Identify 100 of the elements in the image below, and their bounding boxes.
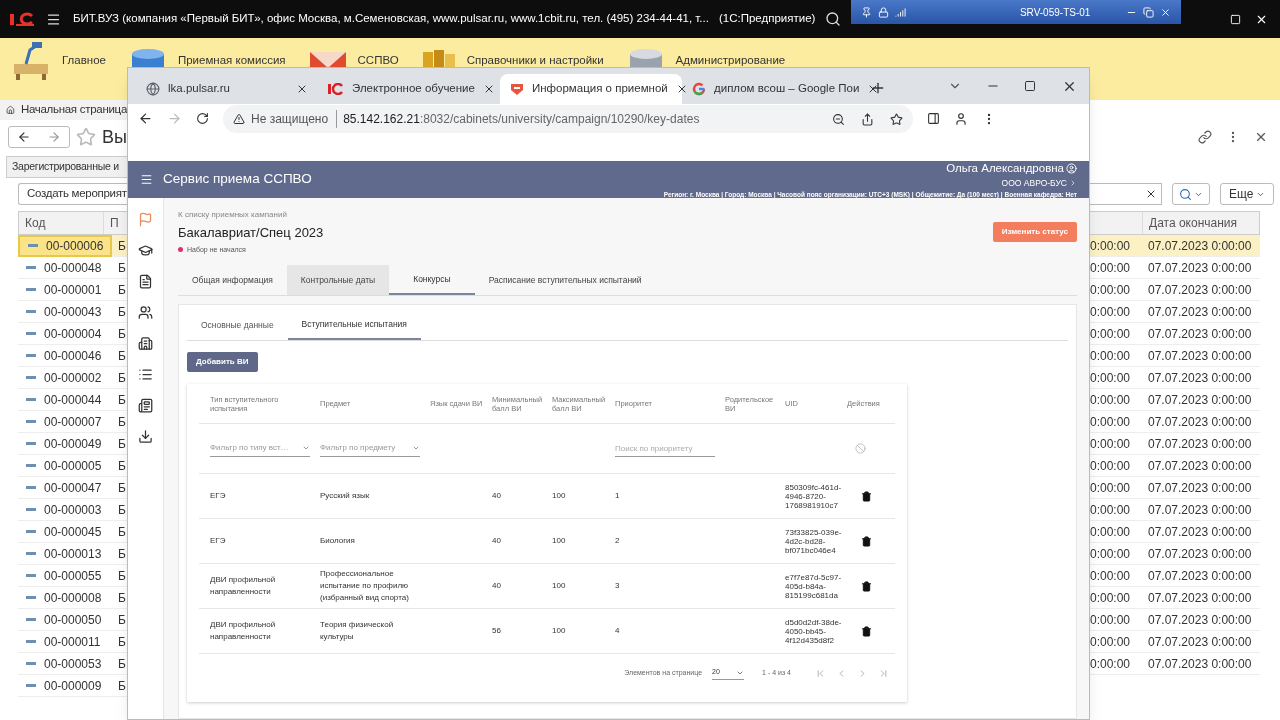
table-cell-text: Б <box>118 347 126 365</box>
search-field[interactable] <box>1090 183 1162 205</box>
page-tab[interactable]: Общая информация <box>178 265 287 295</box>
download-icon[interactable] <box>138 429 153 444</box>
table-cell-text: 07.07.2023 0:00:00 <box>1148 259 1252 277</box>
section-link[interactable]: Главное <box>62 54 106 66</box>
table-cell-text: 0:00:00 <box>1090 545 1132 563</box>
section-link[interactable]: ССПВО <box>357 54 399 66</box>
sub-tab[interactable]: Основные данные <box>187 311 288 340</box>
table-cell-text: 0:00:00 <box>1090 457 1132 475</box>
table-cell-text: 0:00:00 <box>1090 523 1132 541</box>
tab-title: диплом всош – Google Пои <box>714 81 860 97</box>
row-icon <box>26 486 36 489</box>
profile-icon[interactable] <box>954 112 968 126</box>
section-link[interactable]: Справочники и настройки <box>466 54 604 66</box>
page-tab[interactable]: Расписание вступительных испытаний <box>474 265 656 295</box>
table-cell-text: 00-000001 <box>44 281 102 299</box>
row-icon <box>26 574 36 577</box>
table-cell-text: 07.07.2023 0:00:00 <box>1148 391 1252 409</box>
share-icon[interactable] <box>861 112 874 126</box>
table-cell-text: 0:00:00 <box>1090 347 1132 365</box>
close-icon[interactable] <box>296 83 308 95</box>
delete-icon[interactable] <box>861 580 872 592</box>
address-bar[interactable]: Не защищено 85.142.162.21:8032/cabinets/university/campaign/10290/key-dates <box>223 105 913 133</box>
row-icon <box>26 376 36 379</box>
star-icon[interactable] <box>76 127 96 147</box>
delete-icon[interactable] <box>861 490 872 502</box>
search-icon[interactable] <box>825 11 842 27</box>
row-icon <box>26 266 36 269</box>
side-panel-icon[interactable] <box>927 112 940 125</box>
row-icon <box>26 310 36 313</box>
section-link[interactable]: Администрирование <box>675 54 786 66</box>
table-cell-text: 40 <box>492 580 502 592</box>
table-cell-text: d5d0d2df-38de-4050-bb45-4f12d435d8f2 <box>785 617 843 645</box>
user-icon[interactable] <box>1066 162 1077 174</box>
table-cell-text: Б <box>118 259 126 277</box>
list-icon[interactable] <box>138 367 153 382</box>
table-cell-text: 0:00:00 <box>1090 281 1132 299</box>
search-button[interactable] <box>1172 183 1210 205</box>
create-button[interactable]: Создать мероприят <box>18 183 127 205</box>
lock-icon <box>878 6 890 18</box>
breadcrumb-link[interactable]: К списку приемных кампаний <box>178 209 324 221</box>
table-cell-text: 0:00:00 <box>1090 655 1132 673</box>
table-cell-text: 00-000046 <box>44 347 102 365</box>
delete-icon[interactable] <box>861 535 872 547</box>
browser-tab[interactable]: Электронное обучение <box>318 74 500 104</box>
table-cell-text: 00-000009 <box>44 677 102 695</box>
menu-icon[interactable] <box>46 11 61 27</box>
maximize-icon[interactable] <box>1024 80 1036 92</box>
people-icon[interactable] <box>138 305 153 320</box>
building-icon[interactable] <box>138 336 153 351</box>
table-cell-text: Б <box>118 479 126 497</box>
graduation-cap-icon[interactable] <box>138 243 153 258</box>
forward-icon[interactable] <box>47 130 61 144</box>
section-link[interactable]: Приемная комиссия <box>177 54 286 66</box>
tab-title: Электронное обучение <box>352 81 475 97</box>
back-icon[interactable] <box>138 111 153 126</box>
table-cell-text: 07.07.2023 0:00:00 <box>1148 567 1252 585</box>
logo-icon <box>328 83 344 95</box>
table-cell-text: 56 <box>492 625 502 637</box>
page-tab[interactable]: Конкурсы <box>389 265 475 295</box>
sub-tab[interactable]: Вступительные испытания <box>287 311 421 340</box>
table-cell-text: e7f7e87d-5c97-405d-b84a-815199c681da <box>785 572 843 600</box>
browser-tab[interactable]: диплом всош – Google Пои <box>682 74 864 104</box>
table-cell-text: Б <box>118 237 126 255</box>
flag-icon[interactable] <box>138 212 153 227</box>
table-cell-text: 00-000044 <box>44 391 102 409</box>
warning-icon <box>233 113 245 125</box>
table-cell-text: 00-000004 <box>44 325 102 343</box>
star-icon[interactable] <box>890 112 903 126</box>
delete-icon[interactable] <box>861 625 872 637</box>
document-icon[interactable] <box>138 274 153 289</box>
browser-tab[interactable]: lka.pulsar.ru <box>136 74 318 104</box>
priority-search-field[interactable]: Поиск по приоритету <box>615 440 715 457</box>
form-tab[interactable]: Зарегистрированные и <box>6 156 127 178</box>
table-cell-text: 0:00:00 <box>1090 259 1132 277</box>
table-cell-text: Б <box>118 501 126 519</box>
back-icon[interactable] <box>17 130 31 144</box>
table-cell-text: 07.07.2023 0:00:00 <box>1148 435 1252 453</box>
reload-icon[interactable] <box>196 112 209 125</box>
pin-icon[interactable] <box>861 6 873 18</box>
add-button[interactable]: Добавить ВИ <box>187 352 258 372</box>
table-cell-text: 3 <box>615 580 621 592</box>
table-cell-text: 00-000055 <box>44 567 102 585</box>
restore-icon[interactable] <box>1143 6 1155 18</box>
row-icon <box>26 684 36 687</box>
tab-title: Информация о приемной <box>532 81 668 97</box>
link-icon[interactable] <box>1198 130 1212 144</box>
close-icon[interactable] <box>1254 130 1268 144</box>
new-tab-icon[interactable] <box>870 80 886 96</box>
newspaper-icon[interactable] <box>138 398 153 413</box>
chevron-icon[interactable] <box>1069 179 1077 188</box>
table-cell-text: Б <box>118 655 126 673</box>
clear-icon[interactable] <box>1145 188 1157 200</box>
page-tab[interactable]: Контрольные даты <box>286 265 390 295</box>
table-cell-text: 0:00:00 <box>1090 501 1132 519</box>
zoom-out-icon[interactable] <box>832 112 845 126</box>
table-cell-text: 07.07.2023 0:00:00 <box>1148 369 1252 387</box>
more-button[interactable]: Еще <box>1220 183 1275 205</box>
table-cell-text: ДВИ профильной направленности <box>210 574 277 598</box>
